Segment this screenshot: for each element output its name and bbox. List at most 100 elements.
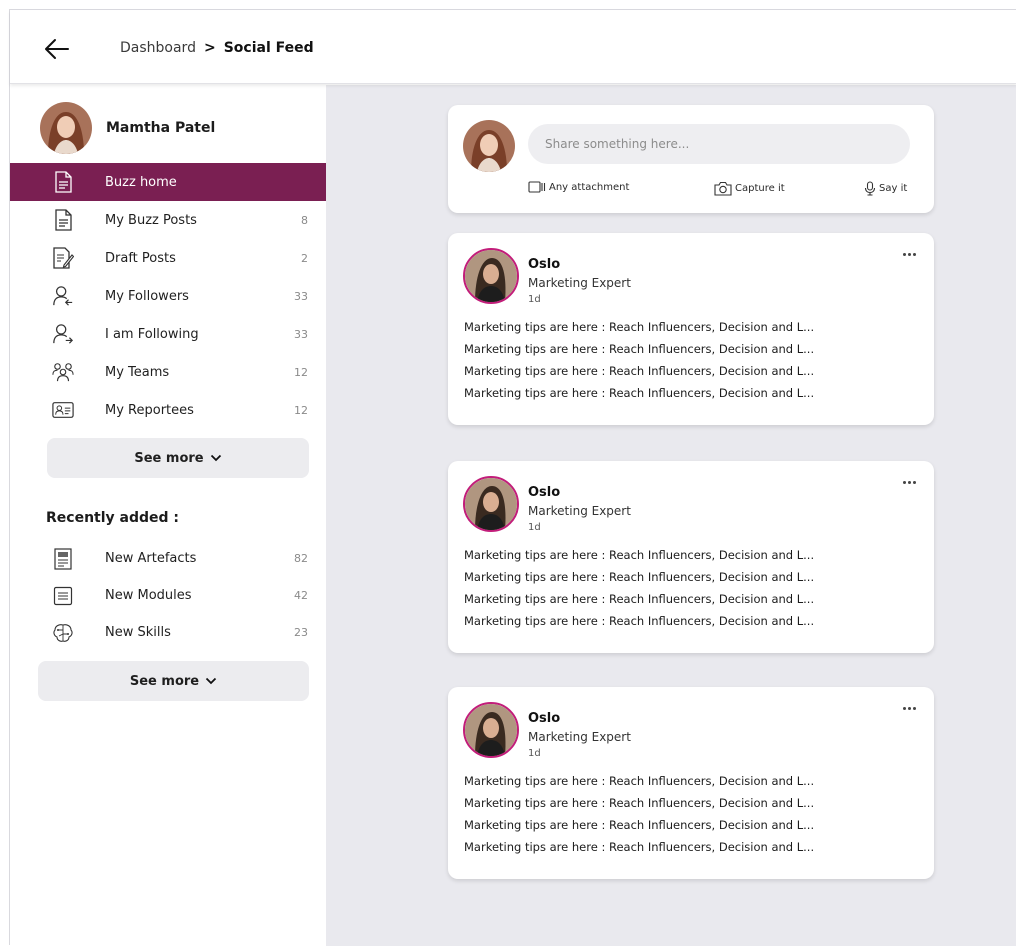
microphone-icon <box>864 181 876 196</box>
post-text-line: Marketing tips are here : Reach Influenc… <box>464 774 815 788</box>
breadcrumb-current: Social Feed <box>223 40 314 56</box>
sidebar-nav: Buzz home My Buzz Posts 8 Draft Posts 2 <box>10 163 326 429</box>
composer-actions: Any attachment Capture it Say it <box>528 181 912 199</box>
draft-edit-icon <box>52 247 74 269</box>
post-text-line: Marketing tips are here : Reach Influenc… <box>464 364 815 378</box>
attachment-icon <box>528 181 546 193</box>
sidebar-item-label: My Reportees <box>105 402 194 418</box>
attachment-button[interactable]: Any attachment <box>528 181 629 193</box>
document-icon <box>52 171 74 193</box>
top-header: Dashboard > Social Feed <box>10 10 1016 84</box>
sidebar-item-my-teams[interactable]: My Teams 12 <box>10 353 326 391</box>
recent-item-new-modules[interactable]: New Modules 42 <box>10 577 326 614</box>
post-more-options-icon[interactable] <box>898 701 920 715</box>
post-more-options-icon[interactable] <box>898 475 920 489</box>
post-text-line: Marketing tips are here : Reach Influenc… <box>464 614 815 628</box>
post-body: Marketing tips are here : Reach Influenc… <box>464 770 894 858</box>
sidebar-item-label: My Followers <box>105 288 189 304</box>
user-following-icon <box>52 323 74 345</box>
post-text-line: Marketing tips are here : Reach Influenc… <box>464 818 815 832</box>
recent-item-label: New Skills <box>105 625 171 640</box>
recent-item-new-artefacts[interactable]: New Artefacts 82 <box>10 540 326 577</box>
sidebar-item-count: 8 <box>301 213 308 227</box>
see-more-recent-button[interactable]: See more <box>38 661 309 701</box>
breadcrumb-dashboard[interactable]: Dashboard <box>120 40 196 56</box>
chevron-down-icon <box>205 677 217 685</box>
sidebar-item-label: My Teams <box>105 364 170 380</box>
sidebar-item-count: 12 <box>294 403 308 417</box>
camera-icon <box>714 181 732 196</box>
avatar[interactable] <box>463 476 519 532</box>
post-text-line: Marketing tips are here : Reach Influenc… <box>464 386 815 400</box>
post-text-line: Marketing tips are here : Reach Influenc… <box>464 548 815 562</box>
brain-skill-icon <box>52 622 74 644</box>
post-timestamp: 1d <box>528 748 541 759</box>
post-body: Marketing tips are here : Reach Influenc… <box>464 544 894 632</box>
sidebar-item-i-am-following[interactable]: I am Following 33 <box>10 315 326 353</box>
profile-summary[interactable]: Mamtha Patel <box>40 102 215 154</box>
sidebar-item-draft-posts[interactable]: Draft Posts 2 <box>10 239 326 277</box>
recent-item-label: New Modules <box>105 588 192 603</box>
see-more-label: See more <box>129 673 200 689</box>
sidebar-item-label: I am Following <box>105 326 199 342</box>
post-timestamp: 1d <box>528 522 541 533</box>
post-text-line: Marketing tips are here : Reach Influenc… <box>464 840 815 854</box>
sidebar: Mamtha Patel Buzz home My Buzz Posts 8 D… <box>10 85 326 946</box>
arrow-left-icon <box>45 39 69 59</box>
post-author[interactable]: Oslo <box>528 257 560 272</box>
say-it-label: Say it <box>879 183 908 194</box>
avatar[interactable] <box>463 248 519 304</box>
post-text-line: Marketing tips are here : Reach Influenc… <box>464 342 815 356</box>
recent-item-new-skills[interactable]: New Skills 23 <box>10 614 326 651</box>
sidebar-item-label: Buzz home <box>105 174 177 190</box>
sidebar-item-count: 33 <box>294 289 308 303</box>
see-more-label: See more <box>134 450 204 466</box>
post-author-role: Marketing Expert <box>528 504 631 518</box>
sidebar-item-count: 12 <box>294 365 308 379</box>
profile-name: Mamtha Patel <box>106 120 216 136</box>
capture-button[interactable]: Capture it <box>714 181 785 196</box>
post-text-line: Marketing tips are here : Reach Influenc… <box>464 570 815 584</box>
sidebar-item-count: 2 <box>301 251 308 265</box>
say-it-button[interactable]: Say it <box>864 181 907 196</box>
sidebar-item-count: 33 <box>294 327 308 341</box>
team-icon <box>52 361 74 383</box>
feed-post: Oslo Marketing Expert 1d Marketing tips … <box>448 233 934 425</box>
avatar <box>40 102 92 154</box>
recently-added-heading: Recently added : <box>46 510 180 526</box>
sidebar-item-label: Draft Posts <box>105 250 176 266</box>
breadcrumb-separator: > <box>203 40 216 56</box>
attachment-label: Any attachment <box>549 181 630 193</box>
recent-item-count: 82 <box>294 552 308 565</box>
post-text-line: Marketing tips are here : Reach Influenc… <box>464 796 815 810</box>
back-button[interactable] <box>40 34 74 64</box>
post-author[interactable]: Oslo <box>528 711 560 726</box>
avatar[interactable] <box>463 702 519 758</box>
sidebar-item-my-reportees[interactable]: My Reportees 12 <box>10 391 326 429</box>
recently-added-list: New Artefacts 82 New Modules 42 New Skil… <box>10 540 326 651</box>
feed-post: Oslo Marketing Expert 1d Marketing tips … <box>448 687 934 879</box>
document-icon <box>52 209 74 231</box>
sidebar-item-my-followers[interactable]: My Followers 33 <box>10 277 326 315</box>
see-more-button[interactable]: See more <box>47 438 309 478</box>
sidebar-item-my-buzz-posts[interactable]: My Buzz Posts 8 <box>10 201 326 239</box>
share-input[interactable] <box>528 124 910 164</box>
post-composer: Any attachment Capture it Say it <box>448 105 934 213</box>
sidebar-item-label: My Buzz Posts <box>105 212 197 228</box>
recent-item-label: New Artefacts <box>105 551 197 566</box>
post-body: Marketing tips are here : Reach Influenc… <box>464 316 894 404</box>
post-timestamp: 1d <box>528 294 541 305</box>
feed-post: Oslo Marketing Expert 1d Marketing tips … <box>448 461 934 653</box>
post-author-role: Marketing Expert <box>528 730 631 744</box>
recent-item-count: 42 <box>294 589 308 602</box>
post-text-line: Marketing tips are here : Reach Influenc… <box>464 320 815 334</box>
social-feed: Any attachment Capture it Say it <box>326 85 1016 946</box>
sidebar-item-buzz-home[interactable]: Buzz home <box>10 163 326 201</box>
capture-label: Capture it <box>735 183 785 194</box>
post-more-options-icon[interactable] <box>898 247 920 261</box>
artefact-icon <box>52 547 74 570</box>
avatar <box>463 120 515 172</box>
post-author[interactable]: Oslo <box>528 485 560 500</box>
module-icon <box>52 585 74 607</box>
breadcrumb: Dashboard > Social Feed <box>120 40 314 56</box>
